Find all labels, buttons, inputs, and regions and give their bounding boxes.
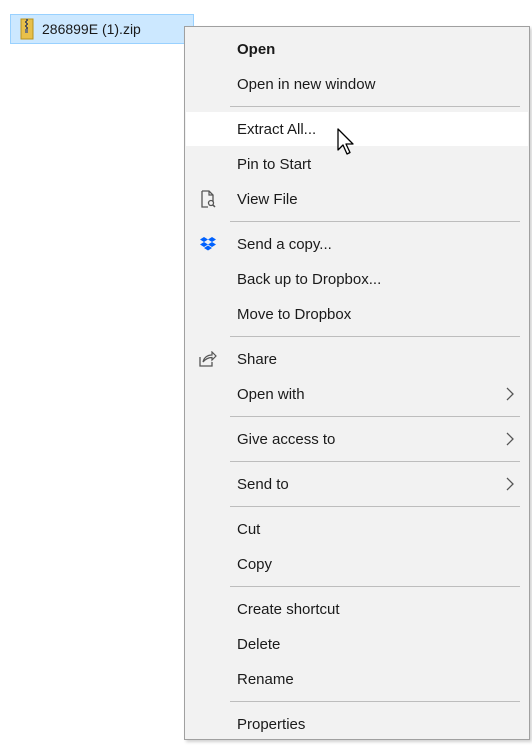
menu-item-label: Copy — [237, 555, 273, 573]
chevron-right-icon — [504, 431, 516, 447]
menu-item-view-file[interactable]: View File — [186, 182, 528, 216]
menu-item-label: Send a copy... — [237, 235, 332, 253]
menu-item-open-new-window[interactable]: Open in new window — [186, 67, 528, 101]
menu-separator — [230, 416, 520, 417]
file-name: 286899E (1).zip — [42, 21, 141, 37]
chevron-right-icon — [504, 386, 516, 402]
menu-item-label: Delete — [237, 635, 281, 653]
menu-item-delete[interactable]: Delete — [186, 627, 528, 661]
menu-item-send-to[interactable]: Send to — [186, 467, 528, 501]
menu-item-label: Pin to Start — [237, 155, 312, 173]
menu-item-label: Cut — [237, 520, 261, 538]
menu-separator — [230, 506, 520, 507]
menu-item-label: Give access to — [237, 430, 336, 448]
menu-item-move-to-dropbox[interactable]: Move to Dropbox — [186, 297, 528, 331]
menu-item-properties[interactable]: Properties — [186, 707, 528, 741]
share-icon — [199, 350, 217, 368]
menu-item-label: Back up to Dropbox... — [237, 270, 382, 288]
menu-separator — [230, 586, 520, 587]
chevron-right-icon — [504, 476, 516, 492]
menu-item-rename[interactable]: Rename — [186, 662, 528, 696]
menu-item-open[interactable]: Open — [186, 32, 528, 66]
zip-folder-icon — [20, 18, 34, 40]
menu-item-label: Open — [237, 40, 276, 58]
menu-item-label: Create shortcut — [237, 600, 340, 618]
menu-separator — [230, 461, 520, 462]
menu-item-open-with[interactable]: Open with — [186, 377, 528, 411]
menu-item-label: Open in new window — [237, 75, 376, 93]
menu-item-label: Send to — [237, 475, 289, 493]
menu-item-send-a-copy[interactable]: Send a copy... — [186, 227, 528, 261]
mouse-pointer-icon — [336, 128, 358, 158]
menu-item-copy[interactable]: Copy — [186, 547, 528, 581]
view-file-icon — [199, 190, 217, 208]
menu-item-label: Extract All... — [237, 120, 317, 138]
menu-item-label: Share — [237, 350, 278, 368]
menu-item-share[interactable]: Share — [186, 342, 528, 376]
menu-item-label: Properties — [237, 715, 306, 733]
menu-item-give-access-to[interactable]: Give access to — [186, 422, 528, 456]
menu-item-label: Rename — [237, 670, 294, 688]
menu-item-create-shortcut[interactable]: Create shortcut — [186, 592, 528, 626]
menu-separator — [230, 701, 520, 702]
menu-item-label: Move to Dropbox — [237, 305, 352, 323]
menu-item-label: Open with — [237, 385, 305, 403]
menu-separator — [230, 106, 520, 107]
dropbox-icon — [199, 235, 217, 253]
menu-item-cut[interactable]: Cut — [186, 512, 528, 546]
menu-item-label: View File — [237, 190, 298, 208]
menu-item-back-up-to-dropbox[interactable]: Back up to Dropbox... — [186, 262, 528, 296]
menu-separator — [230, 336, 520, 337]
menu-separator — [230, 221, 520, 222]
selected-file-item[interactable]: 286899E (1).zip — [10, 14, 194, 44]
